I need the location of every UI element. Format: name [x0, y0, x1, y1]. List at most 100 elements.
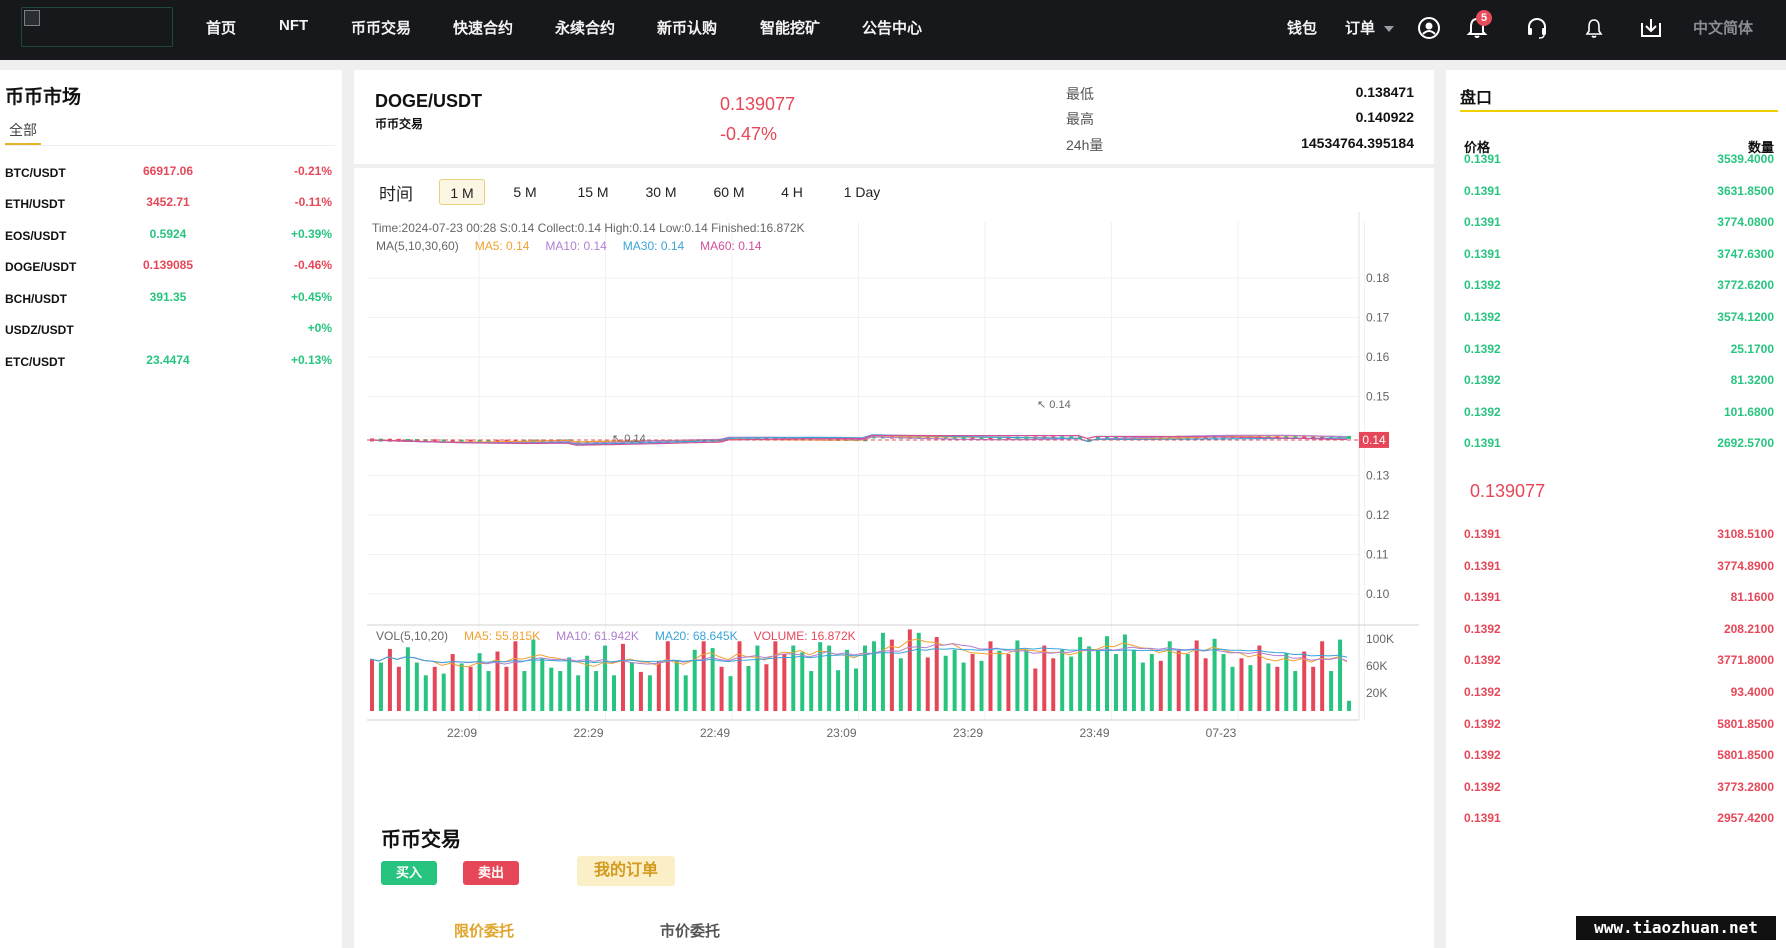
- market-pair: USDZ/USDT: [5, 323, 74, 337]
- limit-order-tab[interactable]: 限价委托: [454, 920, 514, 941]
- ask-qty: 2692.5700: [1717, 436, 1774, 451]
- kline-chart[interactable]: Time:2024-07-23 00:28 S:0.14 Collect:0.1…: [354, 212, 1434, 788]
- orderbook-ask-row[interactable]: 0.1392 3574.1200: [1446, 306, 1786, 328]
- volume-bar: [1149, 654, 1154, 711]
- volume-bar: [450, 654, 455, 711]
- market-row-usdz[interactable]: USDZ/USDT +0%: [0, 315, 342, 343]
- language-selector[interactable]: 中文简体: [1693, 17, 1753, 38]
- market-order-tab[interactable]: 市价委托: [660, 920, 720, 941]
- market-row-eos[interactable]: EOS/USDT 0.5924 +0.39%: [0, 221, 342, 249]
- orderbook-bid-row[interactable]: 0.1392 93.4000: [1446, 681, 1786, 703]
- orderbook-bid-row[interactable]: 0.1392 208.2100: [1446, 618, 1786, 640]
- nav-orders-dropdown[interactable]: 订单: [1345, 17, 1395, 38]
- orderbook-ask-row[interactable]: 0.1392 25.1700: [1446, 338, 1786, 360]
- market-tab-divider: [5, 145, 335, 146]
- orderbook-ask-row[interactable]: 0.1391 3747.6300: [1446, 243, 1786, 265]
- ask-price: 0.1392: [1464, 341, 1501, 356]
- timeframe-1day[interactable]: 1 Day: [830, 179, 894, 205]
- volume-bar: [970, 654, 975, 711]
- nav-spot-trading[interactable]: 币币交易: [351, 17, 411, 38]
- legend-item: VOLUME: 16.872K: [754, 629, 856, 643]
- market-tab-all[interactable]: 全部: [9, 120, 37, 140]
- volume-bar: [1060, 649, 1065, 711]
- last-price-tag-value: 0.14: [1362, 433, 1386, 447]
- orderbook-ask-row[interactable]: 0.1392 101.6800: [1446, 401, 1786, 423]
- volume-bar: [603, 645, 608, 711]
- orderbook-bid-row[interactable]: 0.1391 3108.5100: [1446, 523, 1786, 545]
- bid-qty: 5801.8500: [1717, 748, 1774, 763]
- orderbook-ask-row[interactable]: 0.1392 81.3200: [1446, 369, 1786, 391]
- bid-qty: 3771.8000: [1717, 653, 1774, 668]
- market-pair: ETH/USDT: [5, 197, 65, 211]
- market-row-doge[interactable]: DOGE/USDT 0.139085 -0.46%: [0, 252, 342, 280]
- market-row-eth[interactable]: ETH/USDT 3452.71 -0.11%: [0, 189, 342, 217]
- orderbook-bid-row[interactable]: 0.1392 5801.8500: [1446, 713, 1786, 735]
- time-axis-tick: 23:49: [1079, 726, 1109, 740]
- orderbook-bid-row[interactable]: 0.1391 3774.8900: [1446, 555, 1786, 577]
- volume-axis-tick: 100K: [1366, 632, 1394, 646]
- download-icon[interactable]: [1638, 15, 1664, 41]
- volume-bar: [504, 666, 509, 711]
- orderbook-bid-row[interactable]: 0.1392 3773.2800: [1446, 776, 1786, 798]
- nav-home[interactable]: 首页: [206, 17, 236, 38]
- orderbook-bid-row[interactable]: 0.1391 81.1600: [1446, 586, 1786, 608]
- nav-perpetual-contract[interactable]: 永续合约: [555, 17, 615, 38]
- volume-bar: [961, 662, 966, 711]
- market-pair: ETC/USDT: [5, 355, 65, 369]
- volume-bar: [907, 629, 912, 711]
- broken-image-icon: [24, 10, 40, 26]
- volume-bar: [612, 675, 617, 711]
- volume-bar: [719, 666, 724, 711]
- market-row-btc[interactable]: BTC/USDT 66917.06 -0.21%: [0, 158, 342, 186]
- sell-button[interactable]: 卖出: [463, 861, 519, 885]
- ticker-high-label: 最高: [1066, 111, 1094, 127]
- buy-button[interactable]: 买入: [381, 861, 437, 885]
- timeframe-60m[interactable]: 60 M: [701, 179, 757, 205]
- nav-orders-label: 订单: [1345, 20, 1376, 37]
- bid-price: 0.1392: [1464, 716, 1501, 731]
- volume-bar: [701, 641, 706, 711]
- ticker-low-label: 最低: [1066, 86, 1094, 102]
- orderbook-bid-row[interactable]: 0.1392 3771.8000: [1446, 649, 1786, 671]
- orderbook-ask-row[interactable]: 0.1391 3539.4000: [1446, 148, 1786, 170]
- ask-qty: 3774.0800: [1717, 215, 1774, 230]
- ticker-subtitle: 币币交易: [375, 117, 424, 131]
- timeframe-1m[interactable]: 1 M: [439, 179, 485, 205]
- my-orders-button[interactable]: 我的订单: [577, 856, 675, 886]
- volume-bar: [916, 632, 921, 711]
- timeframe-4h[interactable]: 4 H: [770, 179, 814, 205]
- nav-wallet[interactable]: 钱包: [1287, 17, 1317, 38]
- orderbook-bid-row[interactable]: 0.1392 5801.8500: [1446, 744, 1786, 766]
- orderbook-ask-row[interactable]: 0.1391 2692.5700: [1446, 432, 1786, 454]
- legend-item: MA60: 0.14: [700, 239, 762, 253]
- timeframe-30m[interactable]: 30 M: [633, 179, 689, 205]
- nav-new-coin-subscription[interactable]: 新币认购: [657, 17, 717, 38]
- orderbook-bid-row[interactable]: 0.1391 2957.4200: [1446, 807, 1786, 829]
- nav-smart-mining[interactable]: 智能挖矿: [760, 17, 820, 38]
- headset-icon[interactable]: [1524, 15, 1550, 41]
- orderbook-ask-row[interactable]: 0.1391 3774.0800: [1446, 211, 1786, 233]
- volume-bar: [1087, 646, 1092, 711]
- nav-quick-contract[interactable]: 快速合约: [453, 17, 513, 38]
- orderbook-ask-row[interactable]: 0.1392 3772.6200: [1446, 274, 1786, 296]
- legend-item: MA5: 0.14: [475, 239, 530, 253]
- bid-price: 0.1391: [1464, 558, 1501, 573]
- bid-price: 0.1391: [1464, 811, 1501, 826]
- timeframe-5m[interactable]: 5 M: [502, 179, 548, 205]
- user-circle-icon[interactable]: [1416, 15, 1442, 41]
- nav-announcements[interactable]: 公告中心: [862, 17, 922, 38]
- site-logo[interactable]: [21, 7, 173, 47]
- ask-price: 0.1392: [1464, 404, 1501, 419]
- volume-bar: [746, 665, 751, 711]
- bell-outline-icon[interactable]: [1581, 15, 1607, 41]
- timeframe-15m[interactable]: 15 M: [565, 179, 621, 205]
- ticker-change: -0.47%: [720, 124, 778, 144]
- market-row-etc[interactable]: ETC/USDT 23.4474 +0.13%: [0, 347, 342, 375]
- ticker-high-value: 0.140922: [1355, 109, 1414, 125]
- volume-bar: [378, 662, 383, 711]
- trade-title: 币币交易: [381, 829, 461, 851]
- nav-nft[interactable]: NFT: [279, 17, 308, 34]
- market-row-bch[interactable]: BCH/USDT 391.35 +0.45%: [0, 284, 342, 312]
- volume-bar: [1042, 645, 1047, 711]
- orderbook-ask-row[interactable]: 0.1391 3631.8500: [1446, 180, 1786, 202]
